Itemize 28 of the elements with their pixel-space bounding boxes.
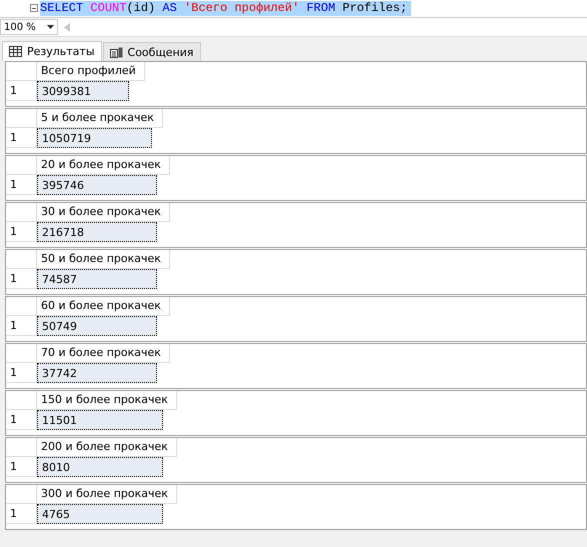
tab[interactable]: Сообщения — [102, 42, 201, 61]
grid-icon — [9, 46, 22, 57]
sql-query: SELECT COUNT(id) AS 'Всего профилей' FROM Profiles; — [40, 1, 412, 16]
table-cell[interactable]: 4765 — [37, 504, 163, 524]
header-corner — [6, 203, 37, 222]
header-corner — [6, 485, 37, 504]
table-cell[interactable]: 1050719 — [37, 128, 152, 148]
table-cell[interactable]: 3099381 — [37, 81, 130, 101]
document-icon — [110, 46, 123, 58]
table-cell[interactable]: 11501 — [37, 410, 163, 430]
table-cell[interactable]: 74587 — [37, 269, 158, 289]
header-corner — [6, 62, 37, 81]
table-cell[interactable]: 216718 — [37, 222, 158, 242]
tab[interactable]: Результаты — [2, 41, 102, 61]
table-cell[interactable]: 395746 — [37, 175, 158, 195]
collapse-icon[interactable] — [30, 4, 38, 12]
header-corner — [6, 156, 37, 175]
zoom-dropdown[interactable]: 100 % — [0, 19, 58, 35]
table-cell[interactable]: 50749 — [37, 316, 158, 336]
header-corner — [6, 297, 37, 316]
table-cell[interactable]: 8010 — [37, 457, 163, 477]
header-corner — [6, 109, 37, 128]
header-corner — [6, 438, 37, 457]
header-corner — [6, 391, 37, 410]
table-cell[interactable]: 37742 — [37, 363, 158, 383]
caret-icon — [47, 25, 54, 29]
header-corner — [6, 344, 37, 363]
header-corner — [6, 250, 37, 269]
